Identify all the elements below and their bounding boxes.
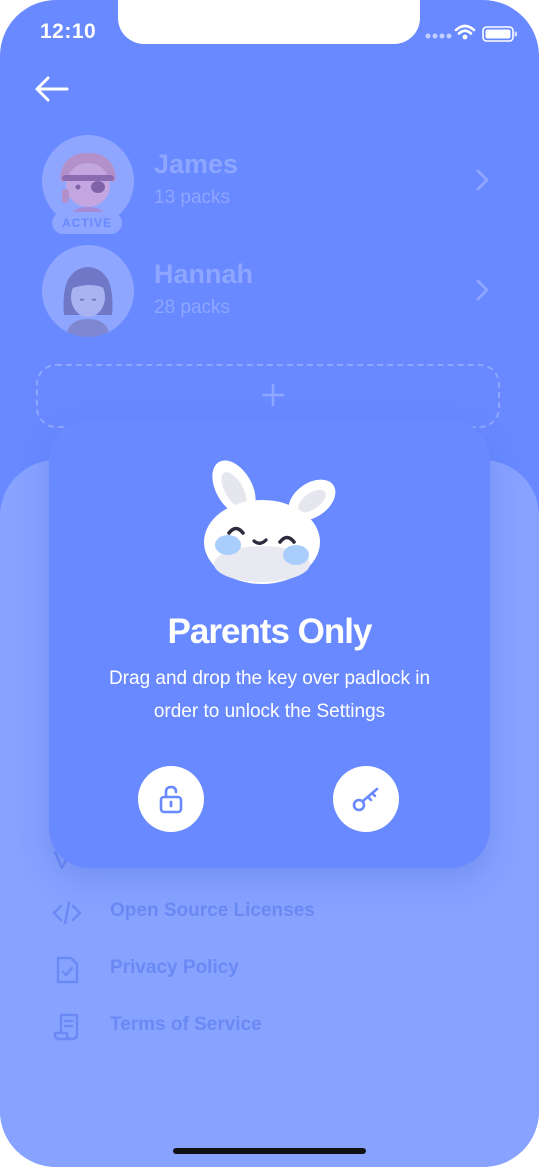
status-icons: [425, 22, 520, 44]
status-time: 12:10: [40, 20, 97, 43]
modal-description-line: Drag and drop the key over padlock in: [108, 668, 431, 689]
profile-packs: 13 packs: [154, 187, 231, 208]
menu-label: Terms of Service: [110, 1014, 262, 1035]
modal-title: Parents Only: [167, 612, 373, 651]
plus-icon: [262, 384, 284, 406]
profile-packs: 28 packs: [154, 297, 231, 318]
code-icon: [52, 901, 82, 925]
arrow-left-icon: [35, 76, 69, 102]
home-indicator: [173, 1148, 366, 1154]
scroll-icon: [53, 1013, 79, 1041]
phone-screen: 12:10 James 13 packs ACTIVE Hannah 28 pa…: [0, 0, 539, 1167]
profile-row-hannah[interactable]: Hannah 28 packs: [42, 245, 502, 337]
padlock-drop-target[interactable]: [138, 766, 204, 832]
document-check-icon: [56, 956, 79, 984]
chevron-right-icon: [476, 169, 489, 191]
modal-description: Drag and drop the key over padlock in or…: [69, 662, 470, 728]
notch: [118, 0, 420, 44]
wifi-icon: [454, 24, 476, 35]
unlock-icon: [159, 785, 183, 814]
active-badge: ACTIVE: [52, 212, 122, 234]
chevron-right-icon: [476, 279, 489, 301]
key-drag-handle[interactable]: [333, 766, 399, 832]
profile-name: Hannah: [154, 259, 254, 289]
avatar-hannah: [42, 245, 134, 337]
signal-icon: [425, 33, 452, 39]
menu-item-open-source[interactable]: Open Source Licenses: [52, 894, 472, 930]
bunny-mascot-icon: [204, 460, 336, 584]
menu-label: Open Source Licenses: [110, 900, 315, 921]
back-button[interactable]: [34, 74, 70, 104]
menu-item-terms-of-service[interactable]: Terms of Service: [52, 1008, 472, 1044]
battery-icon: [482, 26, 517, 42]
profile-name: James: [154, 149, 239, 179]
key-icon: [352, 787, 379, 812]
menu-item-privacy-policy[interactable]: Privacy Policy: [52, 951, 472, 987]
modal-description-line: order to unlock the Settings: [153, 701, 386, 722]
menu-label: Privacy Policy: [110, 957, 239, 978]
